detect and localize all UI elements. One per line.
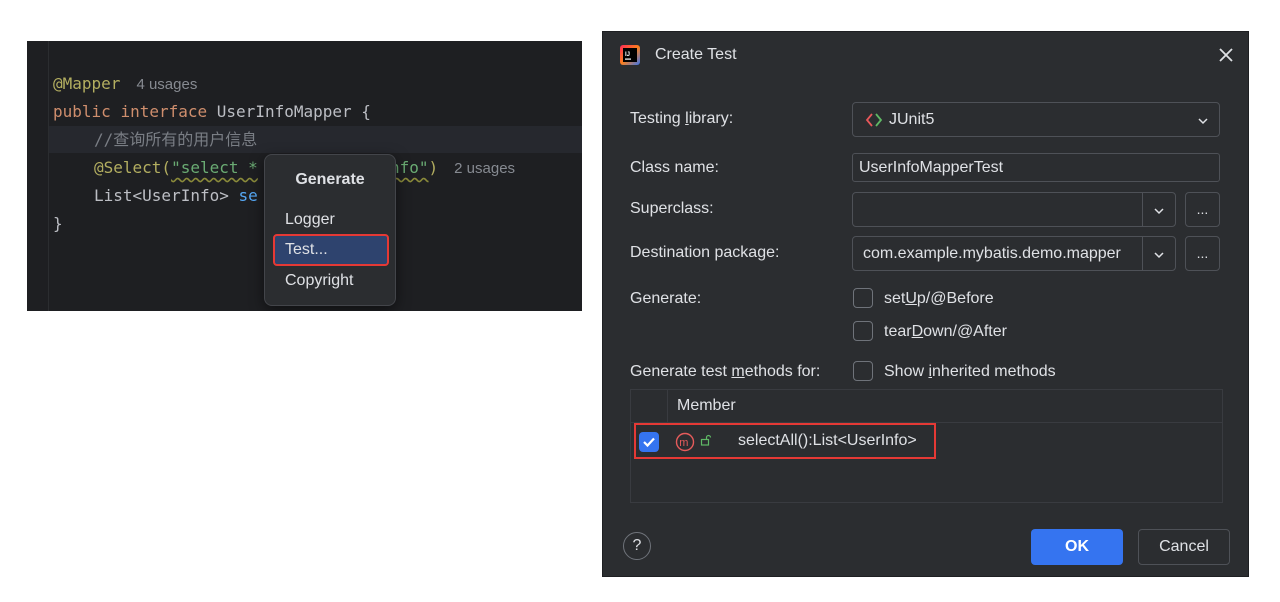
keyword: interface <box>120 102 208 121</box>
svg-text:IJ: IJ <box>625 52 630 58</box>
class-name-label: Class name: <box>630 159 719 176</box>
code-line-1[interactable]: @Mapper 4 usages <box>53 70 197 97</box>
popup-item-copyright[interactable]: Copyright <box>285 272 353 290</box>
gutter-divider <box>48 41 49 311</box>
method-name: se <box>238 186 258 205</box>
cancel-button[interactable]: Cancel <box>1138 529 1230 565</box>
comment: //查询所有的用户信息 <box>94 130 258 149</box>
code-line-4[interactable]: @Select("select * <box>94 154 258 181</box>
usages-hint[interactable]: 2 usages <box>454 160 515 177</box>
code-line-2[interactable]: public interface UserInfoMapper { <box>53 98 371 125</box>
svg-text:m: m <box>679 437 688 449</box>
setup-checkbox[interactable] <box>853 288 873 308</box>
superclass-label: Superclass: <box>630 200 714 217</box>
teardown-checkbox[interactable] <box>853 321 873 341</box>
code-editor[interactable]: @Mapper 4 usages public interface UserInf… <box>27 41 582 311</box>
combo-divider <box>1142 193 1143 226</box>
usages-hint[interactable]: 4 usages <box>136 76 197 93</box>
members-table: Member m selectAll():List<UserInfo> <box>630 389 1223 503</box>
testing-library-value: JUnit5 <box>889 111 935 128</box>
return-type: List<UserInfo> <box>94 186 239 205</box>
combo-divider <box>1142 237 1143 270</box>
code-line-5[interactable]: List<UserInfo> se <box>94 182 258 209</box>
popup-item-test[interactable]: Test... <box>285 241 328 259</box>
teardown-label[interactable]: tearDown/@After <box>884 323 1007 341</box>
package-browse-button[interactable]: ... <box>1185 236 1220 271</box>
sql-string: "select * <box>171 158 258 177</box>
method-icon: m <box>675 432 695 452</box>
code-line-3[interactable]: //查询所有的用户信息 <box>94 126 257 153</box>
show-inherited-checkbox[interactable] <box>853 361 873 381</box>
paren: ) <box>428 158 439 177</box>
generate-label: Generate: <box>630 290 702 307</box>
annotation: @Select( <box>94 158 172 177</box>
member-column-header[interactable]: Member <box>677 397 736 415</box>
table-header: Member <box>631 390 1222 423</box>
setup-label[interactable]: setUp/@Before <box>884 290 994 308</box>
testing-library-select[interactable]: JUnit5 <box>852 102 1220 137</box>
checkmark-icon <box>643 437 655 448</box>
superclass-select[interactable] <box>852 192 1176 227</box>
ok-button[interactable]: OK <box>1031 529 1123 565</box>
code-line-4-tail[interactable]: nfo") 2 usages <box>390 154 515 181</box>
help-button[interactable]: ? <box>623 532 651 560</box>
destination-package-label: Destination package: <box>630 244 780 261</box>
public-access-icon <box>700 434 712 446</box>
destination-package-select[interactable]: com.example.mybatis.demo.mapper <box>852 236 1176 271</box>
code-line-6[interactable]: } <box>53 210 63 237</box>
popup-item-logger[interactable]: Logger <box>285 211 335 229</box>
class-name-input[interactable]: UserInfoMapperTest <box>852 153 1220 182</box>
show-inherited-label[interactable]: Show inherited methods <box>884 363 1056 381</box>
member-checkbox-checked[interactable] <box>639 432 659 452</box>
chevron-down-icon <box>1198 118 1208 125</box>
destination-package-value: com.example.mybatis.demo.mapper <box>863 245 1121 262</box>
annotation: @Mapper <box>53 74 121 93</box>
header-divider <box>667 390 668 422</box>
junit-icon <box>865 113 883 127</box>
dialog-title: Create Test <box>655 46 737 63</box>
testing-library-label: Testing library: <box>630 110 734 127</box>
interface-name: UserInfoMapper { <box>216 102 371 121</box>
intellij-logo-icon: IJ <box>620 45 640 65</box>
close-icon[interactable] <box>1217 46 1235 64</box>
popup-title: Generate <box>295 171 365 188</box>
keyword: public <box>53 102 111 121</box>
chevron-down-icon[interactable] <box>1152 204 1166 218</box>
create-test-dialog: IJ Create Test Testing library: JUnit5 C… <box>602 31 1249 577</box>
superclass-browse-button[interactable]: ... <box>1185 192 1220 227</box>
generate-popup: Generate Logger Test... Copyright <box>264 154 396 306</box>
member-row-text[interactable]: selectAll():List<UserInfo> <box>738 432 917 450</box>
methods-for-label: Generate test methods for: <box>630 363 821 380</box>
closing-brace: } <box>53 214 63 233</box>
chevron-down-icon[interactable] <box>1152 248 1166 262</box>
